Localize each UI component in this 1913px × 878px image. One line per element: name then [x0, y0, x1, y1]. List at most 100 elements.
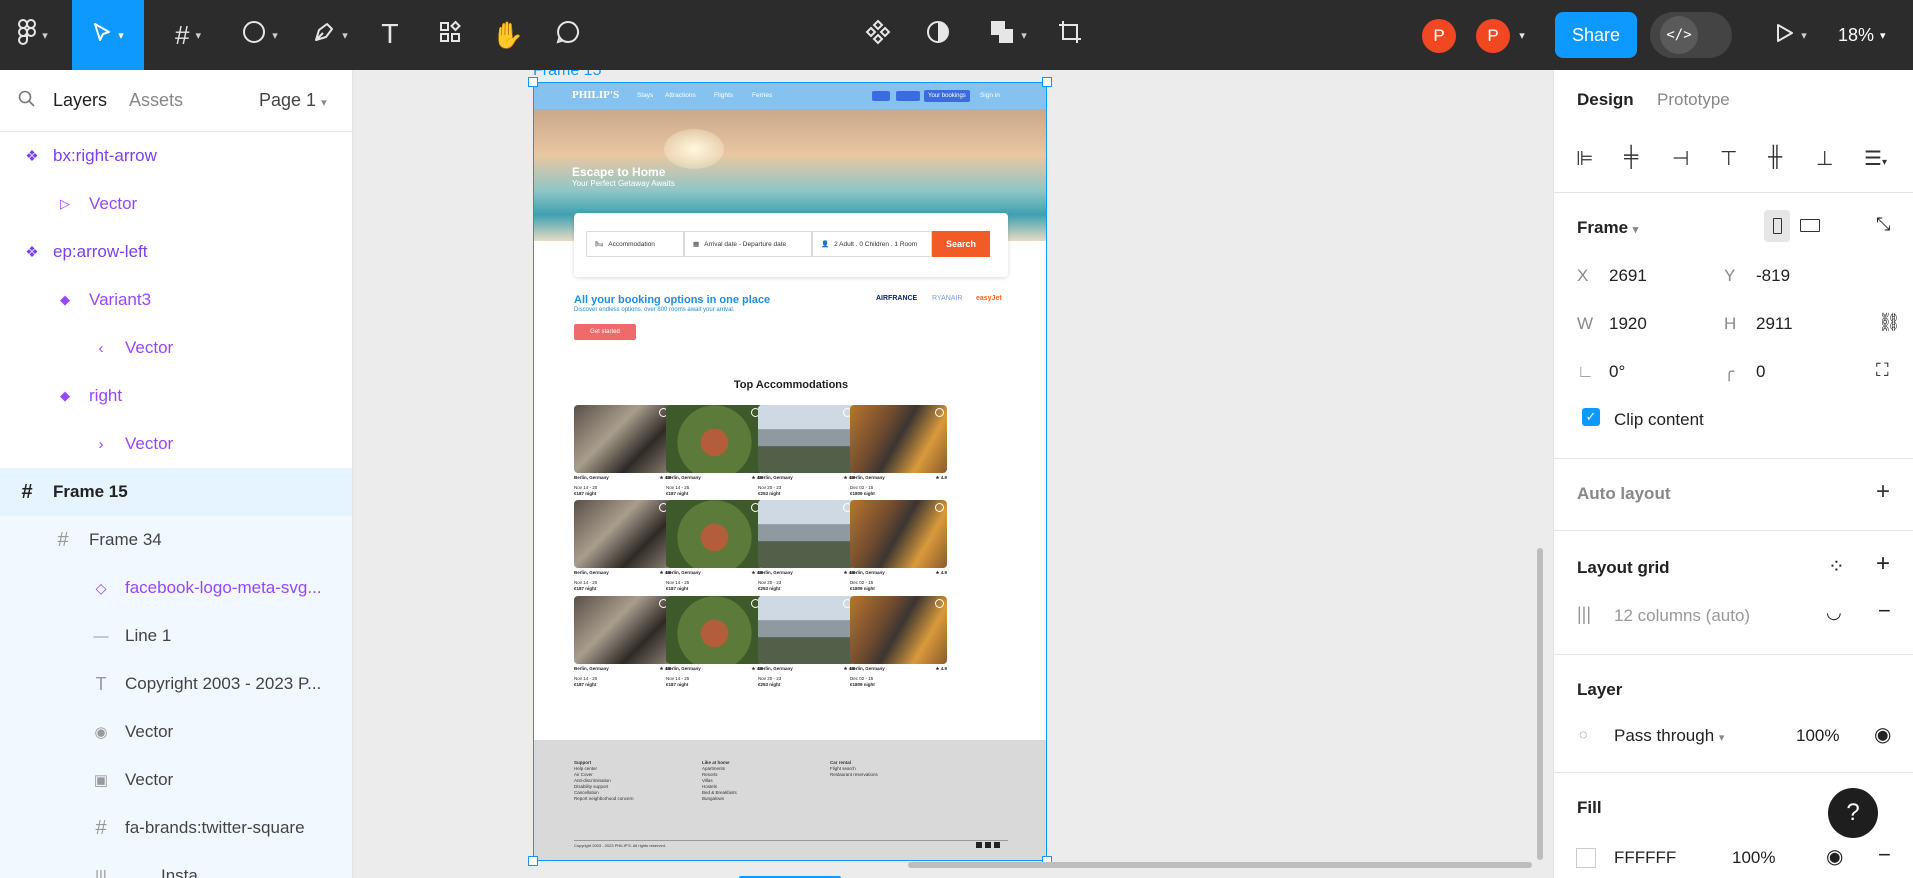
chevron-down-icon[interactable]: ▾	[1512, 0, 1532, 70]
move-tool-button[interactable]: ▾	[72, 0, 144, 70]
resize-to-fit-icon[interactable]: ⤡	[1876, 214, 1890, 235]
resize-handle-bl[interactable]	[528, 856, 538, 866]
heart-icon	[935, 503, 944, 512]
layer-row[interactable]: ▷ Vector	[0, 180, 352, 228]
fill-hex-input[interactable]: FFFFFF	[1614, 848, 1676, 868]
avatar[interactable]: P	[1422, 19, 1456, 53]
resize-handle-tr[interactable]	[1042, 77, 1052, 87]
pen-tool-button[interactable]: ▾	[302, 0, 358, 70]
horizontal-scrollbar[interactable]	[908, 862, 1532, 868]
mockup-accommodation-card: Berlin, Germany ★ 4.9 Dec 02 - 15 €1809 nig…	[850, 500, 947, 592]
eye-icon[interactable]: ◉	[1874, 722, 1891, 747]
frame-section-title[interactable]: Frame ▾	[1577, 218, 1638, 238]
clip-content-checkbox[interactable]: ✓	[1582, 408, 1600, 426]
fill-opacity-input[interactable]: 100%	[1732, 848, 1775, 868]
layer-row[interactable]: ||| Insta	[0, 852, 352, 878]
align-left-icon[interactable]: ⊫	[1576, 146, 1593, 171]
layer-row[interactable]: ▣ Vector	[0, 756, 352, 804]
fill-swatch[interactable]	[1576, 848, 1596, 868]
crop-button[interactable]	[1052, 0, 1088, 70]
dev-mode-toggle[interactable]: </>	[1650, 12, 1732, 58]
layer-row[interactable]: — Line 1	[0, 612, 352, 660]
help-button[interactable]: ?	[1828, 788, 1878, 838]
frame-15[interactable]: PHILIP'S Stays Attractions Flights Ferri…	[533, 82, 1047, 861]
vertical-scrollbar[interactable]	[1537, 548, 1543, 860]
mockup-field-dates: ▦ Arrival date - Departure date	[684, 231, 812, 257]
align-right-icon[interactable]: ⊣	[1672, 146, 1689, 171]
mockup-accommodation-card: Berlin, Germany ★ 4.9 Nov 14 - 25 €187 nigh…	[666, 500, 763, 592]
present-button[interactable]: ▾	[1766, 0, 1814, 70]
grid-value[interactable]: 12 columns (auto)	[1614, 606, 1750, 626]
mockup-card-price: €187 night	[666, 682, 689, 687]
design-canvas[interactable]: Frame 15 PHILIP'S Stays Attractions Flig…	[354, 70, 1552, 878]
grid-styles-icon[interactable]: ⁘	[1828, 554, 1845, 579]
align-top-icon[interactable]: ⊤	[1720, 146, 1737, 171]
layer-row-selected[interactable]: # Frame 15	[0, 468, 352, 516]
eye-closed-icon[interactable]: ◡	[1826, 602, 1842, 623]
tab-design[interactable]: Design	[1577, 90, 1634, 110]
layer-row[interactable]: ❖ ep:arrow-left	[0, 228, 352, 276]
layer-row[interactable]: ❖ bx:right-arrow	[0, 132, 352, 180]
mockup-brand-ryanair: RYANAIR	[932, 295, 963, 302]
main-menu-button[interactable]: ▾	[8, 0, 58, 70]
independent-corners-icon[interactable]: ⛶	[1876, 360, 1889, 381]
add-auto-layout-icon[interactable]: +	[1876, 478, 1890, 506]
landscape-icon[interactable]	[1800, 219, 1820, 232]
remove-grid-icon[interactable]: −	[1878, 598, 1891, 624]
layer-opacity-input[interactable]: 100%	[1796, 726, 1839, 746]
play-icon	[1773, 20, 1795, 51]
boolean-button[interactable]: ▾	[982, 0, 1034, 70]
align-bottom-icon[interactable]: ⊥	[1816, 146, 1833, 171]
w-input[interactable]: 1920	[1609, 314, 1647, 334]
avatar[interactable]: P	[1476, 19, 1510, 53]
share-button[interactable]: Share	[1555, 12, 1637, 58]
add-grid-icon[interactable]: +	[1876, 550, 1890, 578]
y-input[interactable]: -819	[1756, 266, 1790, 286]
line-icon: —	[93, 627, 109, 645]
portrait-orientation-button[interactable]	[1764, 210, 1790, 242]
eye-icon[interactable]: ◉	[1826, 844, 1843, 869]
layer-name: Line 1	[125, 626, 172, 645]
component-button[interactable]	[860, 0, 896, 70]
layer-row[interactable]: ◉ Vector	[0, 708, 352, 756]
layer-row[interactable]: # Frame 34	[0, 516, 352, 564]
align-vertical-center-icon[interactable]: ╫	[1768, 146, 1782, 169]
mockup-card-city: Berlin, Germany	[758, 475, 793, 480]
constrain-proportions-icon[interactable]: ⛓	[1878, 312, 1901, 333]
tab-assets[interactable]: Assets	[129, 90, 183, 111]
layer-row[interactable]: # fa-brands:twitter-square	[0, 804, 352, 852]
h-input[interactable]: 2911	[1756, 314, 1793, 334]
hand-tool-button[interactable]: ✋	[490, 0, 526, 70]
layer-row[interactable]: › Vector	[0, 420, 352, 468]
shape-tool-button[interactable]: ▾	[232, 0, 288, 70]
layer-row[interactable]: T Copyright 2003 - 2023 P...	[0, 660, 352, 708]
zoom-dropdown[interactable]: 18% ▾	[1838, 0, 1886, 70]
resize-handle-tl[interactable]	[528, 77, 538, 87]
text-tool-button[interactable]: T	[372, 0, 408, 70]
page-selector[interactable]: Page 1 ▾	[259, 90, 327, 111]
radius-input[interactable]: 0	[1756, 362, 1765, 382]
blend-mode-dropdown[interactable]: Pass through ▾	[1614, 726, 1724, 746]
mockup-card-city: Berlin, Germany	[574, 666, 609, 671]
layer-row[interactable]: ◆ right	[0, 372, 352, 420]
layer-row[interactable]: ◆ Variant3	[0, 276, 352, 324]
mockup-card-price: €253 night	[758, 491, 781, 496]
distribute-icon[interactable]: ☰▾	[1864, 146, 1887, 171]
frame-tool-button[interactable]: # ▾	[160, 0, 216, 70]
tab-layers[interactable]: Layers	[53, 90, 107, 111]
frame-label[interactable]: Frame 15	[533, 70, 601, 80]
x-input[interactable]: 2691	[1609, 266, 1647, 286]
rotation-input[interactable]: 0°	[1609, 362, 1625, 382]
align-horizontal-center-icon[interactable]: ╪	[1624, 146, 1638, 169]
pointer-icon	[92, 20, 112, 51]
comment-tool-button[interactable]	[550, 0, 586, 70]
tab-prototype[interactable]: Prototype	[1657, 90, 1730, 110]
search-icon[interactable]	[18, 90, 36, 114]
mask-button[interactable]	[920, 0, 956, 70]
mockup-card-dates: Nov 14 - 20	[574, 485, 598, 490]
layer-row[interactable]: ◇ facebook-logo-meta-svg...	[0, 564, 352, 612]
remove-fill-icon[interactable]: −	[1878, 842, 1891, 868]
layer-row[interactable]: ‹ Vector	[0, 324, 352, 372]
mockup-card-city: Berlin, Germany	[758, 666, 793, 671]
resources-button[interactable]	[432, 0, 468, 70]
